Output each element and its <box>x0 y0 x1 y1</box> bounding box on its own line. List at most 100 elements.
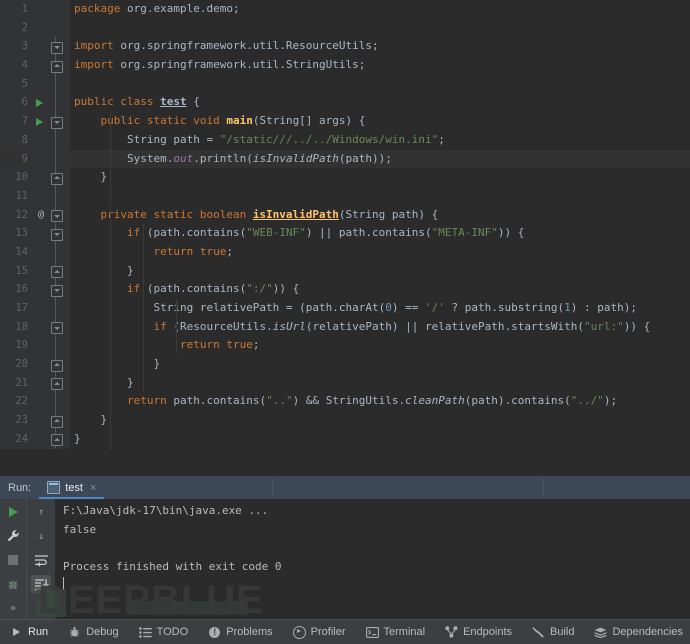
status-bar-item-terminal[interactable]: Terminal <box>356 620 436 644</box>
code-line: 1 package org.example.demo; <box>0 0 690 19</box>
code-text: if (path.contains(":/")) { <box>70 280 690 299</box>
status-bar-item-label: Dependencies <box>612 626 683 638</box>
override-marker-icon[interactable]: @ <box>33 205 47 225</box>
code-text: public static void main(String[] args) { <box>70 112 690 131</box>
todo-list-icon <box>138 626 152 639</box>
status-bar-item-debug[interactable]: Debug <box>58 620 128 644</box>
code-folding-marker[interactable] <box>47 205 64 225</box>
code-token: ) && StringUtils. <box>292 394 406 408</box>
terminal-icon <box>365 626 379 639</box>
code-folding-marker[interactable] <box>47 373 64 393</box>
code-token: 0 <box>385 301 392 314</box>
gutter-slot <box>33 149 47 169</box>
gutter-slot <box>33 130 47 150</box>
status-bar-item-dependencies[interactable]: Dependencies <box>584 620 690 644</box>
profiler-icon <box>292 625 306 639</box>
line-number: 12 <box>0 205 33 225</box>
code-line: 13 if (path.contains("WEB-INF") || path.… <box>0 224 690 243</box>
code-token: public static void <box>74 114 227 128</box>
code-token: if <box>126 226 141 240</box>
line-number: 11 <box>0 186 33 206</box>
code-token: test <box>160 95 187 109</box>
status-bar-item-profiler[interactable]: Profiler <box>283 620 356 644</box>
code-folding-marker[interactable] <box>47 429 64 449</box>
status-bar-item-problems[interactable]: ! Problems <box>198 620 282 644</box>
status-bar-item-run[interactable]: Run <box>0 620 58 644</box>
status-bar-item-endpoints[interactable]: Endpoints <box>435 620 522 644</box>
gutter-slot <box>33 411 47 430</box>
coverage-button[interactable] <box>3 575 23 593</box>
status-bar-item-label: Profiler <box>310 626 346 638</box>
code-folding-marker[interactable] <box>47 112 64 131</box>
code-folding-marker[interactable] <box>47 280 64 299</box>
run-configuration-tab[interactable]: test × <box>39 476 105 499</box>
code-token: out <box>173 151 194 165</box>
soft-wrap-button[interactable] <box>31 551 51 569</box>
code-folding-marker[interactable] <box>47 168 64 187</box>
code-token: if <box>126 282 141 296</box>
code-token: ; <box>226 244 233 258</box>
code-token: (path.contains( <box>140 282 247 296</box>
gutter-slot <box>33 18 47 38</box>
code-token: )) { <box>497 226 525 240</box>
code-folding-marker[interactable] <box>47 317 64 337</box>
code-token: } <box>74 170 108 184</box>
code-line: 10 } <box>0 168 690 187</box>
line-number: 1 <box>0 0 33 19</box>
code-editor[interactable]: 1 package org.example.demo; 2 3 import org.s… <box>0 0 690 476</box>
code-text: package org.example.demo; <box>70 0 690 19</box>
code-text: String path = "/static///../../Windows/w… <box>70 130 690 150</box>
code-folding-marker[interactable] <box>47 37 64 57</box>
line-number: 23 <box>0 411 33 430</box>
close-icon[interactable]: × <box>90 482 96 494</box>
code-token: ); <box>603 394 618 408</box>
line-number: 14 <box>0 242 33 262</box>
status-bar-item-build[interactable]: Build <box>522 620 584 644</box>
status-bar-item-label: Terminal <box>383 626 426 638</box>
code-line: 14 return true; <box>0 242 690 262</box>
code-folding-marker[interactable] <box>47 224 64 243</box>
up-arrow-button[interactable]: ↑ <box>31 503 51 521</box>
run-gutter-icon[interactable] <box>33 112 47 131</box>
stop-button[interactable] <box>3 551 23 569</box>
folding-slot <box>47 186 64 206</box>
code-token: public class <box>74 95 161 109</box>
down-arrow-button[interactable]: ↓ <box>31 527 51 545</box>
code-token: ) : path); <box>570 301 637 314</box>
code-token: package <box>74 2 127 15</box>
warning-circle-icon: ! <box>208 626 221 639</box>
run-tool-window-header: Run: test × <box>0 476 690 499</box>
expand-left-button[interactable]: » <box>3 599 23 617</box>
code-token: "../" <box>570 394 604 408</box>
code-token: String path = <box>74 132 220 146</box>
run-gutter-icon[interactable] <box>33 93 47 113</box>
gutter-slot <box>33 355 47 374</box>
gutter-slot <box>33 186 47 206</box>
status-bar-item-label: Endpoints <box>463 626 513 638</box>
code-folding-marker[interactable] <box>47 261 64 281</box>
settings-button[interactable] <box>3 527 23 545</box>
code-text <box>70 18 690 38</box>
status-bar: Run Debug TODO! Problems Profiler Terminal End… <box>0 619 690 644</box>
code-folding-marker[interactable] <box>47 56 64 75</box>
status-bar-item-todo[interactable]: TODO <box>129 620 199 644</box>
code-token: import <box>74 58 121 72</box>
code-line: 9 System.out.println(isInvalidPath(path)… <box>0 149 690 169</box>
code-line: 16 if (path.contains(":/")) { <box>0 280 690 299</box>
folding-slot <box>47 74 64 94</box>
code-text: String relativePath = (path.charAt(0) ==… <box>70 299 690 318</box>
run-label: Run: <box>8 481 32 494</box>
indent-guide <box>176 298 177 354</box>
line-number: 16 <box>0 280 33 299</box>
code-token: "WEB-INF" <box>246 226 306 240</box>
code-token: (String path) { <box>338 207 439 221</box>
code-folding-marker[interactable] <box>47 355 64 374</box>
gutter-slot <box>33 373 47 393</box>
code-folding-marker[interactable] <box>47 411 64 430</box>
console-output-line: false <box>63 522 97 536</box>
code-token: "/static///../../Windows/win.ini" <box>219 132 439 146</box>
rerun-button[interactable] <box>3 503 23 521</box>
status-bar-item-label: Debug <box>86 626 119 638</box>
